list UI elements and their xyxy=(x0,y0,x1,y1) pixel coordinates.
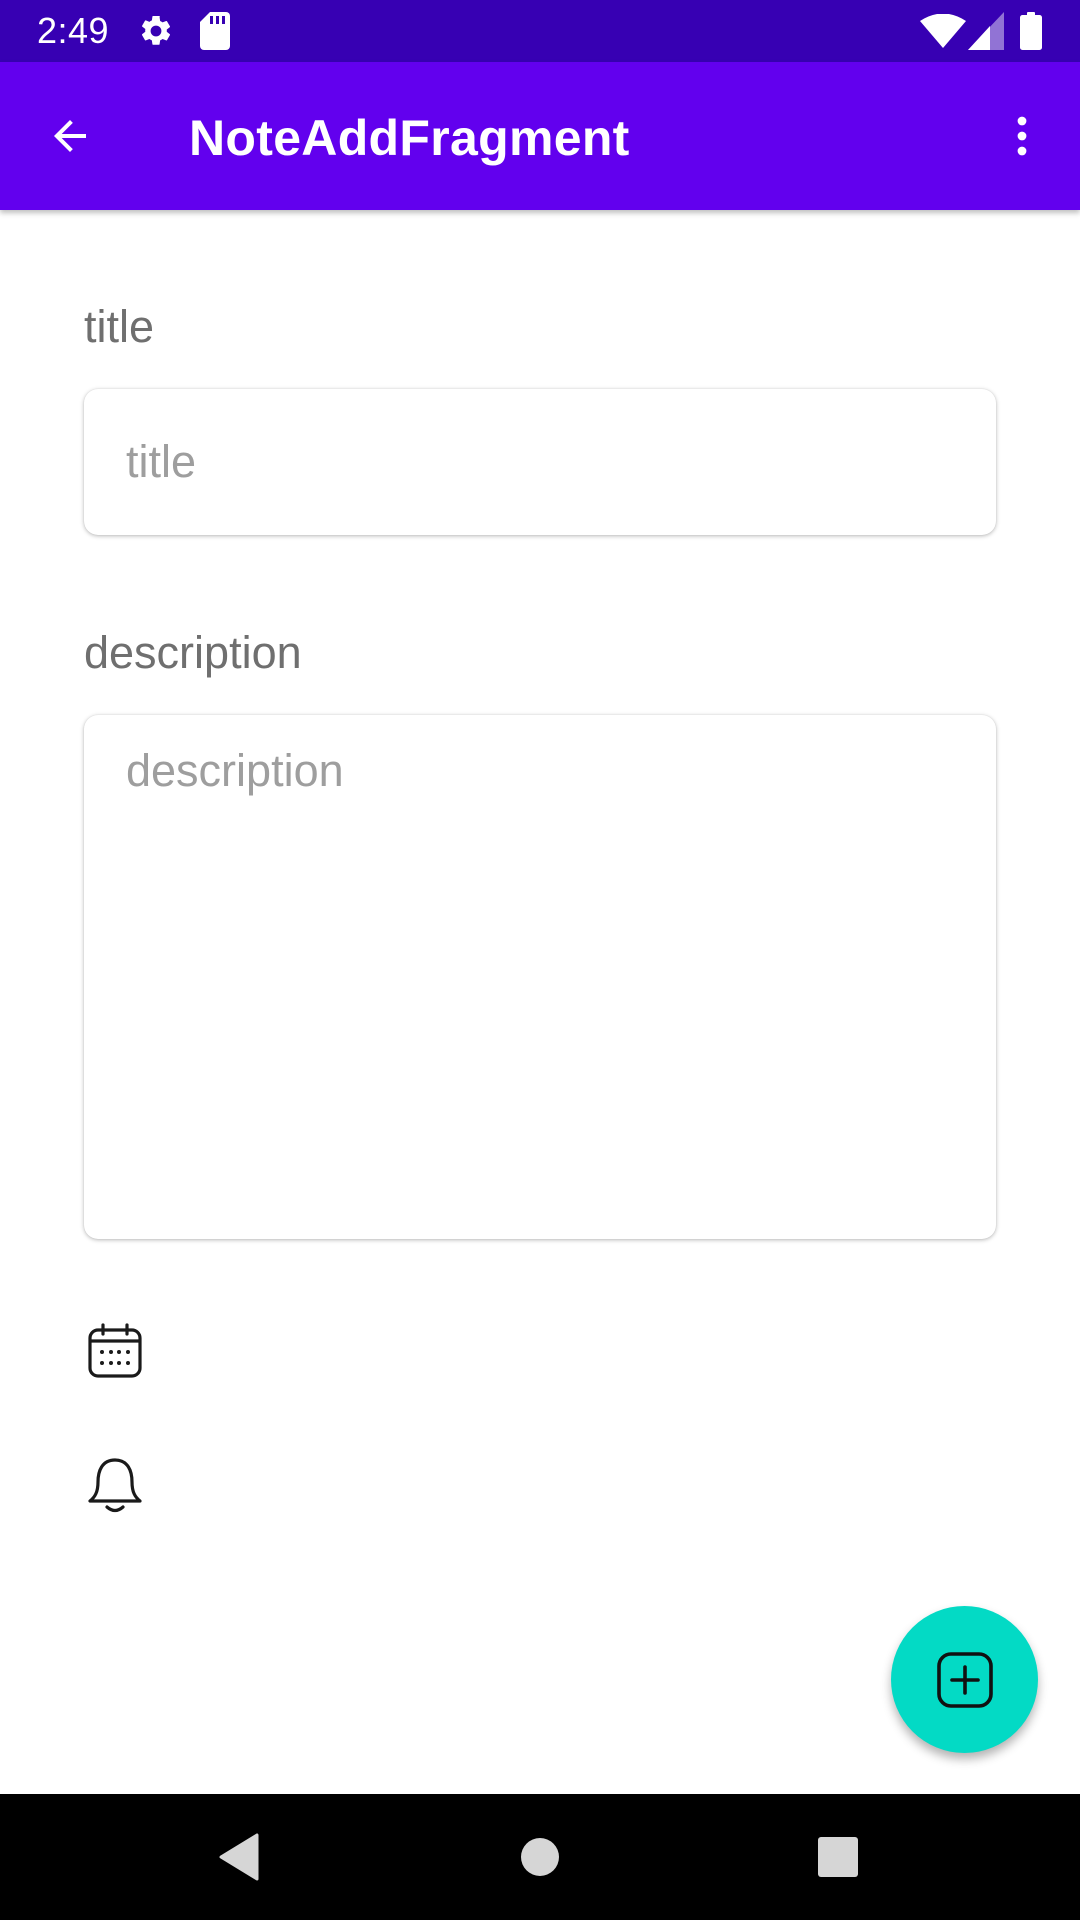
bell-icon xyxy=(88,1458,142,1513)
calendar-icon xyxy=(88,1323,142,1378)
status-time: 2:49 xyxy=(37,10,110,51)
nav-recents-icon xyxy=(818,1837,858,1877)
date-picker-button[interactable] xyxy=(84,1320,146,1382)
wifi-icon xyxy=(920,14,966,48)
reminder-button[interactable] xyxy=(84,1455,146,1517)
nav-back-button[interactable] xyxy=(199,1817,279,1897)
arrow-back-icon xyxy=(54,120,86,152)
nav-back-icon xyxy=(219,1833,259,1881)
app-bar: NoteAddFragment xyxy=(0,62,1080,210)
description-label: description xyxy=(84,627,302,678)
title-label: title xyxy=(84,301,155,352)
nav-recents-button[interactable] xyxy=(798,1817,878,1897)
nav-home-icon xyxy=(521,1838,559,1876)
title-input[interactable] xyxy=(126,429,966,495)
add-note-fab[interactable] xyxy=(891,1606,1038,1753)
description-input[interactable] xyxy=(126,743,966,1211)
signal-icon xyxy=(968,12,1004,50)
gear-icon xyxy=(141,15,171,45)
battery-icon xyxy=(1020,12,1042,50)
add-box-icon xyxy=(936,1651,993,1708)
description-card xyxy=(84,715,996,1239)
more-vert-icon xyxy=(1017,116,1027,156)
back-button[interactable] xyxy=(30,96,110,176)
system-nav-bar xyxy=(0,1794,1080,1920)
nav-home-button[interactable] xyxy=(500,1817,580,1897)
page-title: NoteAddFragment xyxy=(189,110,630,166)
sd-card-icon xyxy=(200,12,230,50)
status-bar: 2:49 xyxy=(0,0,1080,62)
title-card xyxy=(84,389,996,535)
overflow-menu-button[interactable] xyxy=(982,96,1062,176)
